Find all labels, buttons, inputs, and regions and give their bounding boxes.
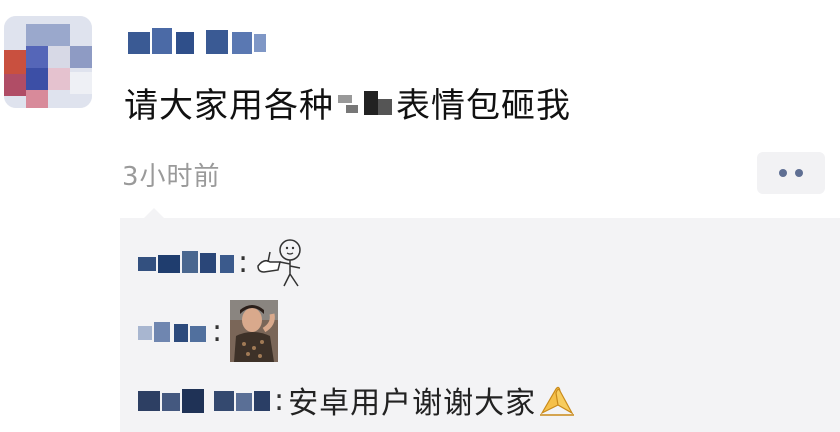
person-photo-sticker[interactable] xyxy=(230,300,279,362)
commenter-name[interactable] xyxy=(138,385,272,415)
censored-text xyxy=(334,87,396,121)
comment-colon: : xyxy=(212,313,223,349)
comment-colon: : xyxy=(238,244,249,280)
cartoon-thumbs-up-sticker[interactable] xyxy=(254,236,308,288)
photo-image xyxy=(230,300,279,362)
commenter-name[interactable] xyxy=(138,316,210,346)
author-name[interactable] xyxy=(128,24,268,60)
comment-text: 安卓用户谢谢大家 xyxy=(288,386,537,421)
comment-item[interactable]: : xyxy=(138,236,308,288)
post-text-end: 表情包砸我 xyxy=(396,86,571,126)
comment-item[interactable]: : 安卓用户谢谢大家 xyxy=(138,378,576,422)
praying-hands-emoji xyxy=(540,386,575,416)
comment-colon: : xyxy=(274,382,285,418)
post-text: 请大家用各种 表情包砸我 xyxy=(124,78,571,127)
commenter-name[interactable] xyxy=(138,247,236,277)
post-timestamp: 3小时前 xyxy=(122,162,221,192)
post-text-start: 请大家用各种 xyxy=(124,86,334,126)
comment-item[interactable]: : xyxy=(138,300,279,362)
more-options-button[interactable] xyxy=(757,152,825,194)
avatar[interactable] xyxy=(4,16,92,108)
more-dots-icon xyxy=(779,169,787,177)
more-dots-icon xyxy=(795,169,803,177)
moments-post: 请大家用各种 表情包砸我 3小时前 ::: 安卓用户谢谢大家 xyxy=(0,0,840,432)
